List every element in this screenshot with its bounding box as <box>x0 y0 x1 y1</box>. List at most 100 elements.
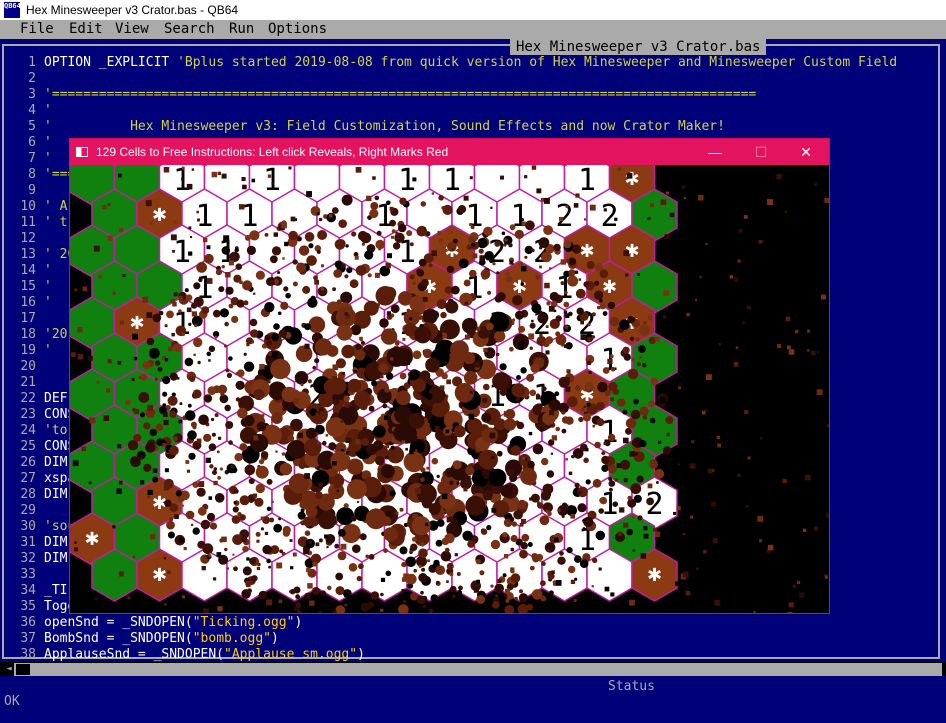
debris-particle <box>326 345 339 357</box>
debris-particle <box>162 391 168 397</box>
debris-particle <box>390 304 400 314</box>
debris-particle <box>627 368 639 380</box>
debris-particle <box>235 380 245 390</box>
debris-particle <box>173 220 177 224</box>
line-number: 8 <box>28 167 36 182</box>
debris-particle <box>248 478 255 485</box>
debris-particle <box>279 549 283 554</box>
debris-particle <box>117 361 122 365</box>
debris-particle <box>585 448 589 452</box>
code-line[interactable]: '=======================================… <box>44 87 934 103</box>
code-token: DIM <box>44 535 68 550</box>
debris-particle <box>312 561 318 567</box>
debris-particle <box>574 482 580 488</box>
code-line[interactable]: ApplauseSnd = _SNDOPEN("Applause sm.ogg"… <box>44 647 934 663</box>
menu-file[interactable]: File <box>20 20 54 39</box>
hex-board[interactable]: 11111✱✱1111122111✱22✱✱1✱1✱1✱✱11122✱1211✱… <box>70 165 829 613</box>
debris-particle <box>701 410 706 415</box>
debris-particle <box>444 533 455 544</box>
menu-view[interactable]: View <box>115 20 149 39</box>
debris-particle <box>510 573 521 583</box>
debris-particle <box>178 419 183 424</box>
debris-particle <box>266 379 271 384</box>
maximize-button[interactable]: ☐ <box>738 139 784 165</box>
debris-particle <box>107 359 112 364</box>
debris-particle <box>496 292 506 301</box>
debris-particle <box>314 279 319 285</box>
code-line[interactable]: OPTION _EXPLICIT 'Bplus started 2019-08-… <box>44 55 934 71</box>
menu-search[interactable]: Search <box>164 20 215 39</box>
debris-particle <box>87 355 93 361</box>
minimize-button[interactable]: — <box>692 139 738 165</box>
scroll-left-arrow-icon[interactable]: ◄ <box>4 663 14 676</box>
debris-particle <box>357 230 368 241</box>
code-line[interactable] <box>44 71 934 87</box>
debris-particle <box>197 218 200 222</box>
debris-particle <box>179 402 183 405</box>
debris-particle <box>223 235 230 242</box>
debris-particle <box>184 288 189 293</box>
debris-particle <box>603 208 607 212</box>
debris-particle <box>637 273 640 276</box>
scrollbar-thumb[interactable] <box>16 664 30 675</box>
debris-particle <box>472 253 478 259</box>
debris-particle <box>207 386 217 395</box>
debris-particle <box>338 219 348 228</box>
debris-particle <box>145 200 152 207</box>
debris-particle <box>318 538 323 543</box>
close-button[interactable]: ✕ <box>783 139 829 165</box>
code-line[interactable]: ' Hex Minesweeper v3: Field Customizatio… <box>44 119 934 135</box>
debris-particle <box>608 480 616 487</box>
debris-particle <box>315 491 323 500</box>
debris-particle <box>567 275 579 287</box>
debris-particle <box>346 479 367 500</box>
debris-particle <box>427 559 430 563</box>
debris-particle <box>695 299 698 302</box>
debris-particle <box>440 311 447 319</box>
debris-particle <box>543 225 553 236</box>
debris-particle <box>642 363 647 368</box>
debris-particle <box>626 173 633 179</box>
debris-particle <box>572 448 584 459</box>
debris-particle <box>276 562 283 569</box>
debris-particle <box>72 460 79 467</box>
debris-particle <box>495 594 498 597</box>
debris-particle <box>447 471 453 477</box>
debris-particle <box>583 405 586 408</box>
horizontal-scrollbar[interactable]: ◄ <box>4 663 942 676</box>
menu-edit[interactable]: Edit <box>69 20 103 39</box>
debris-particle <box>518 593 528 603</box>
status-message: OK <box>4 694 20 709</box>
debris-particle <box>607 358 613 365</box>
debris-particle <box>824 198 829 203</box>
debris-particle <box>610 366 616 372</box>
debris-particle <box>186 183 193 190</box>
code-line[interactable]: openSnd = _SNDOPEN("Ticking.ogg") <box>44 615 934 631</box>
debris-particle <box>500 175 504 180</box>
debris-particle <box>290 566 294 570</box>
debris-particle <box>609 354 614 359</box>
debris-particle <box>266 599 272 606</box>
debris-particle <box>456 572 461 576</box>
debris-particle <box>445 429 449 434</box>
code-line[interactable]: ' <box>44 103 934 119</box>
debris-particle <box>81 446 86 451</box>
code-line[interactable]: BombSnd = _SNDOPEN("bomb.ogg") <box>44 631 934 647</box>
menu-run[interactable]: Run <box>229 20 254 39</box>
debris-particle <box>205 457 211 463</box>
debris-particle <box>612 388 620 395</box>
debris-particle <box>506 468 514 477</box>
debris-particle <box>192 527 200 535</box>
debris-particle <box>192 389 202 399</box>
menu-options[interactable]: Options <box>268 20 327 39</box>
debris-particle <box>666 432 670 437</box>
debris-particle <box>228 303 234 309</box>
line-number: 11 <box>20 215 36 230</box>
line-number: 30 <box>20 519 36 534</box>
debris-particle <box>476 579 480 584</box>
debris-particle <box>380 375 384 379</box>
debris-particle <box>446 580 449 583</box>
debris-particle <box>253 292 256 295</box>
debris-particle <box>677 463 680 466</box>
debris-particle <box>814 182 818 186</box>
